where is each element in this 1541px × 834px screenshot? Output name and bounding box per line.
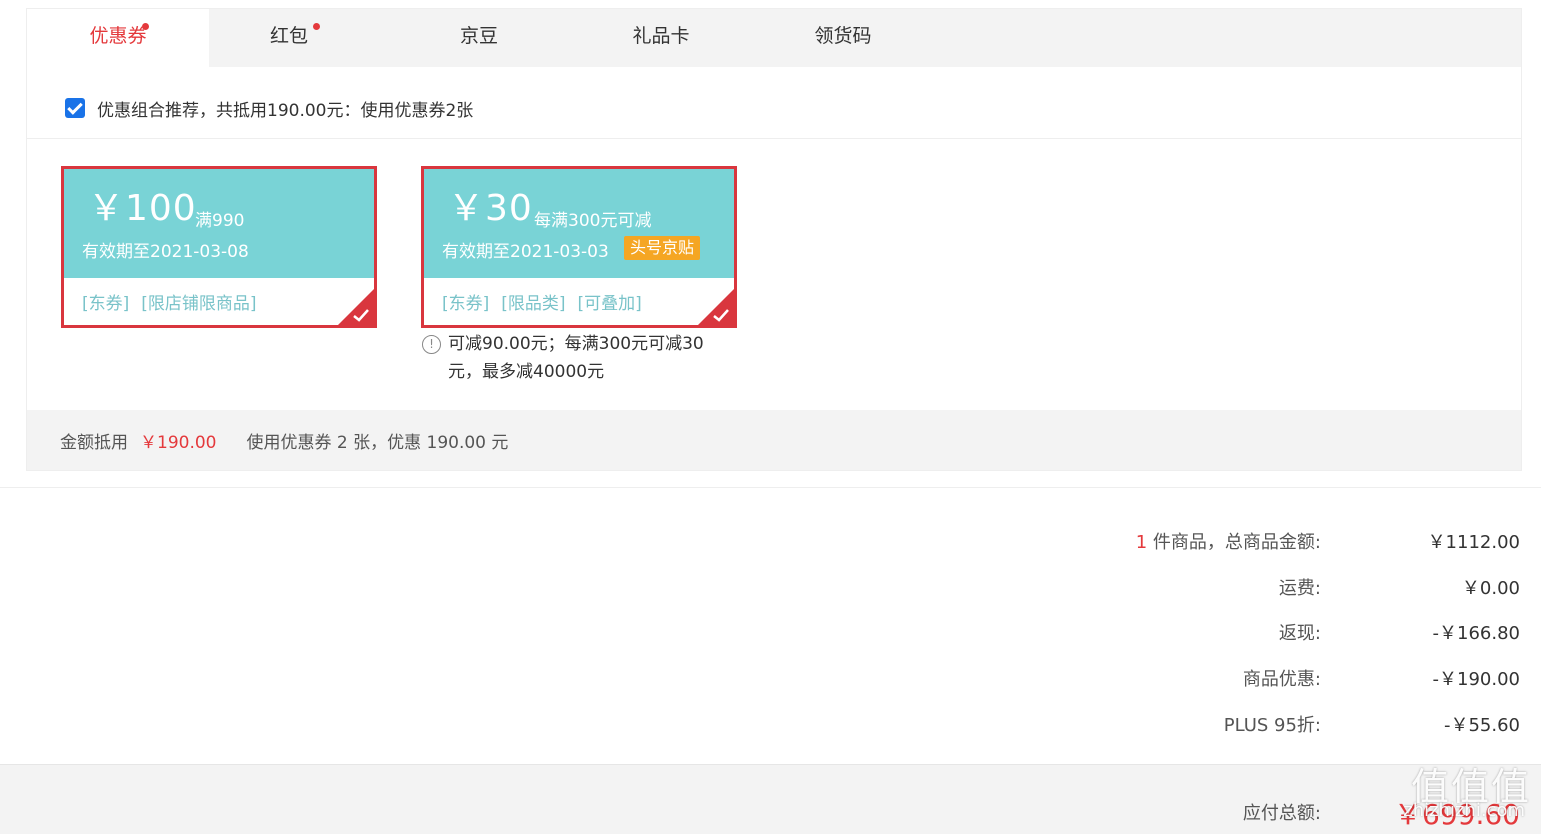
shipping-label: 运费: [1278, 578, 1321, 599]
summary-label: 金额抵用 [60, 432, 128, 453]
tab-coupons[interactable]: 优惠券 [27, 9, 209, 67]
coupon-panel: 优惠券 红包 京豆 礼品卡 领货码 优惠组合推荐，共抵用190.00元：使用优惠… [26, 8, 1522, 471]
coupon-condition: 满990 [195, 211, 245, 231]
discount-tabs: 优惠券 红包 京豆 礼品卡 领货码 [27, 9, 1521, 67]
info-icon: ! [422, 335, 441, 354]
shipping-value: ￥0.00 [1461, 578, 1520, 599]
site-watermark: 值值值 zhizhizhi.com [1385, 756, 1535, 828]
coupon-tag: [限店铺限商品] [141, 294, 257, 314]
divider [27, 138, 1521, 139]
tab-label: 领货码 [814, 25, 872, 47]
recommend-checkbox[interactable] [65, 98, 85, 118]
cashback-label: 返现: [1278, 623, 1321, 644]
coupon-tag: [东券] [442, 294, 490, 314]
coupon-note-text: 可减90.00元；每满300元可减30元，最多减40000元 [448, 334, 704, 382]
tab-red-packets[interactable]: 红包 [209, 9, 369, 67]
coupon-validity: 有效期至2021-03-03 [442, 242, 609, 262]
coupon-tag: [限品类] [501, 294, 566, 314]
product-discount-label: 商品优惠: [1242, 669, 1321, 690]
total-goods-label: 1 件商品，总商品金额: [1136, 528, 1321, 554]
tab-label: 礼品卡 [632, 25, 690, 47]
plus-discount-row: PLUS 95折: -￥55.60 [0, 711, 1541, 736]
plus-discount-label: PLUS 95折: [1223, 715, 1321, 736]
tab-gift-card[interactable]: 礼品卡 [581, 9, 741, 67]
coupon-amount: ￥100 [88, 188, 197, 229]
summary-detail: 使用优惠券 2 张，优惠 190.00 元 [246, 432, 509, 453]
cashback-row: 返现: -￥166.80 [0, 619, 1541, 644]
recommend-combo: 优惠组合推荐，共抵用190.00元：使用优惠券2张 [65, 95, 473, 121]
coupon-summary-bar: 金额抵用 ￥190.00 使用优惠券 2 张，优惠 190.00 元 [27, 410, 1521, 470]
coupon-amount: ￥30 [448, 188, 533, 229]
total-goods-row: 1 件商品，总商品金额: ￥1112.00 [0, 528, 1541, 554]
tab-jingdou[interactable]: 京豆 [399, 9, 559, 67]
notification-dot [142, 23, 149, 30]
tab-redeem-code[interactable]: 领货码 [763, 9, 923, 67]
item-count: 1 [1135, 532, 1148, 553]
coupon-card[interactable]: ￥30 每满300元可减 有效期至2021-03-03 头号京贴 [东券] [限品… [421, 166, 737, 328]
coupon-validity: 有效期至2021-03-08 [82, 242, 249, 262]
selected-check-icon [338, 289, 374, 325]
goods-label-text: 件商品，总商品金额: [1147, 532, 1321, 553]
divider [0, 487, 1541, 488]
coupon-tags: [东券] [限品类] [可叠加] [442, 289, 654, 314]
shipping-row: 运费: ￥0.00 [0, 574, 1541, 599]
product-discount-value: -￥190.00 [1432, 669, 1520, 690]
coupon-card[interactable]: ￥100 满990 有效期至2021-03-08 [东券] [限店铺限商品] [61, 166, 377, 328]
summary-amount: ￥190.00 [140, 432, 217, 453]
coupon-badge: 头号京贴 [624, 236, 701, 260]
coupon-tag: [可叠加] [577, 294, 642, 314]
notification-dot [313, 23, 320, 30]
tab-label: 优惠券 [89, 25, 147, 47]
tab-label: 京豆 [459, 25, 498, 47]
total-goods-value: ￥1112.00 [1427, 532, 1520, 553]
coupon-face: ￥30 每满300元可减 有效期至2021-03-03 头号京贴 [424, 169, 734, 278]
payable-label: 应付总额: [1242, 803, 1321, 824]
coupon-tag: [东券] [82, 294, 130, 314]
coupon-note: ! 可减90.00元；每满300元可减30元，最多减40000元 [422, 330, 732, 386]
selected-check-icon [698, 289, 734, 325]
coupon-condition: 每满300元可减 [534, 211, 652, 231]
coupon-tags: [东券] [限店铺限商品] [82, 289, 269, 314]
cashback-value: -￥166.80 [1432, 623, 1520, 644]
tab-label: 红包 [269, 25, 308, 47]
plus-discount-value: -￥55.60 [1443, 715, 1520, 736]
recommend-text: 优惠组合推荐，共抵用190.00元：使用优惠券2张 [97, 100, 474, 121]
coupon-face: ￥100 满990 有效期至2021-03-08 [64, 169, 374, 278]
watermark-url: zhizhizhi.com [1403, 800, 1525, 821]
product-discount-row: 商品优惠: -￥190.00 [0, 665, 1541, 690]
payable-total-bar: 应付总额: ￥699.60 [0, 764, 1541, 834]
